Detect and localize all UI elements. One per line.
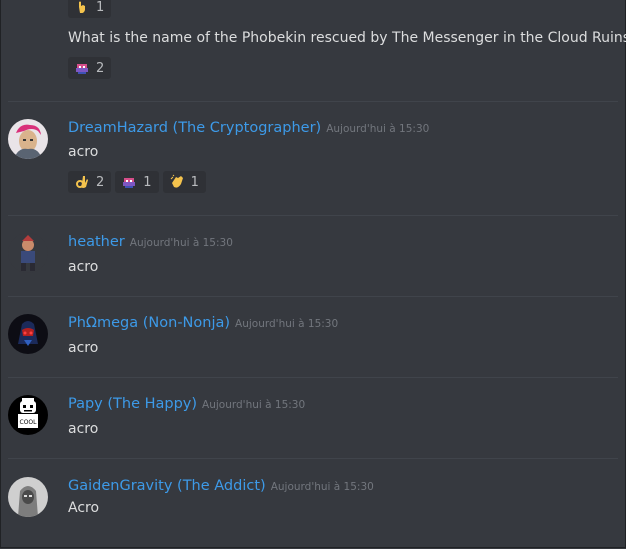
avatar[interactable] — [8, 119, 48, 159]
message-content: acro — [68, 144, 99, 160]
author-name[interactable]: heather — [68, 234, 125, 250]
reaction-bar: 2 — [68, 57, 112, 79]
message-divider — [8, 215, 618, 216]
author-name[interactable]: Papy (The Happy) — [68, 396, 197, 412]
avatar[interactable] — [8, 314, 48, 354]
message-author-line: GaidenGravity (The Addict) Aujourd'hui à … — [68, 478, 374, 494]
message-author-line: DreamHazard (The Cryptographer) Aujourd'h… — [68, 120, 429, 136]
message-divider — [8, 101, 618, 102]
message-content: acro — [68, 340, 99, 356]
reaction-bar: 2 1 1 — [68, 171, 206, 193]
svg-text:COOL: COOL — [20, 419, 38, 426]
avatar[interactable] — [8, 233, 48, 273]
avatar[interactable]: COOL — [8, 395, 48, 435]
reaction-count: 2 — [96, 174, 105, 190]
message-divider — [8, 377, 618, 378]
reaction-bar-top: 1 — [68, 0, 112, 18]
timestamp: Aujourd'hui à 15:30 — [326, 123, 430, 135]
message-author-line: heather Aujourd'hui à 15:30 — [68, 234, 233, 250]
message-divider — [8, 296, 618, 297]
reaction-phobekin[interactable]: 1 — [115, 171, 159, 193]
timestamp: Aujourd'hui à 15:30 — [202, 399, 306, 411]
author-name[interactable]: PhΩmega (Non-Nonja) — [68, 315, 230, 331]
message-content: acro — [68, 421, 99, 437]
timestamp: Aujourd'hui à 15:30 — [235, 318, 339, 330]
message-author-line: Papy (The Happy) Aujourd'hui à 15:30 — [68, 396, 305, 412]
clap-icon — [170, 174, 183, 188]
reaction-phobekin[interactable]: 2 — [68, 57, 112, 79]
reaction-count: 1 — [96, 0, 105, 15]
ok-hand-icon — [76, 176, 88, 188]
hand-icon — [79, 1, 85, 13]
timestamp: Aujourd'hui à 15:30 — [129, 237, 233, 249]
phobekin-icon — [76, 64, 88, 74]
avatar-image — [8, 477, 48, 517]
reaction-ok-hand[interactable]: 2 — [68, 171, 112, 193]
reaction-count: 1 — [190, 174, 199, 190]
timestamp: Aujourd'hui à 15:30 — [270, 481, 374, 493]
message-author-line: PhΩmega (Non-Nonja) Aujourd'hui à 15:30 — [68, 315, 338, 331]
message-content: acro — [68, 259, 99, 275]
message-divider — [8, 458, 618, 459]
avatar-image — [8, 233, 48, 273]
message-content: Acro — [68, 500, 100, 516]
reaction-hand[interactable]: 1 — [68, 0, 112, 18]
avatar-image: COOL — [8, 395, 48, 435]
reaction-count: 2 — [96, 60, 105, 76]
avatar-image — [8, 314, 48, 354]
phobekin-icon — [123, 178, 136, 188]
reaction-clap[interactable]: 1 — [162, 171, 206, 193]
message-content: What is the name of the Phobekin rescued… — [68, 30, 626, 46]
reaction-count: 1 — [143, 174, 152, 190]
author-name[interactable]: GaidenGravity (The Addict) — [68, 478, 266, 494]
author-name[interactable]: DreamHazard (The Cryptographer) — [68, 120, 321, 136]
avatar[interactable] — [8, 477, 48, 517]
avatar-image — [8, 119, 48, 159]
